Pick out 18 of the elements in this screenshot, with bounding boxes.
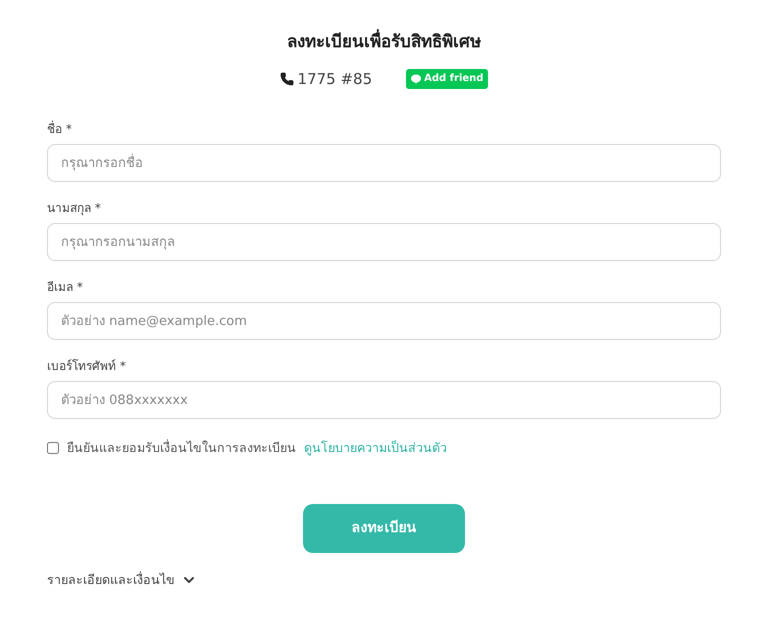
field-label: ชื่อ *	[47, 120, 73, 138]
add-friend-button[interactable]: Add friend	[406, 68, 488, 89]
input-field[interactable]: กรุณากรอกชื่อ	[47, 144, 721, 182]
form-title: ลงทะเบียนเพื่อรับสิทธิพิเศษ	[287, 30, 481, 56]
register-button[interactable]: ลงทะเบียน	[303, 504, 465, 553]
input-field[interactable]: ตัวอย่าง 088xxxxxxx	[47, 381, 721, 419]
input-field[interactable]: กรุณากรอกนามสกุล	[47, 223, 721, 261]
phone-number: 1775 #85	[298, 68, 372, 90]
input-field[interactable]: ตัวอย่าง name@example.com	[47, 302, 721, 340]
field-label: อีเมล *	[47, 279, 84, 296]
consent-text: ยืนยันและยอมรับเงื่อนไขในการลงทะเบียน	[67, 439, 296, 457]
phone-icon	[280, 72, 294, 86]
consent-checkbox[interactable]	[47, 442, 59, 454]
field-label: เบอร์โทรศัพท์ *	[47, 358, 127, 375]
field-label: นามสกุล *	[47, 200, 102, 217]
privacy-policy-link[interactable]: ดูนโยบายความเป็นส่วนตัว	[304, 439, 447, 458]
terms-toggle[interactable]: รายละเอียดและเงื่อนไข	[47, 570, 197, 590]
chat-bubble-icon	[411, 74, 422, 84]
